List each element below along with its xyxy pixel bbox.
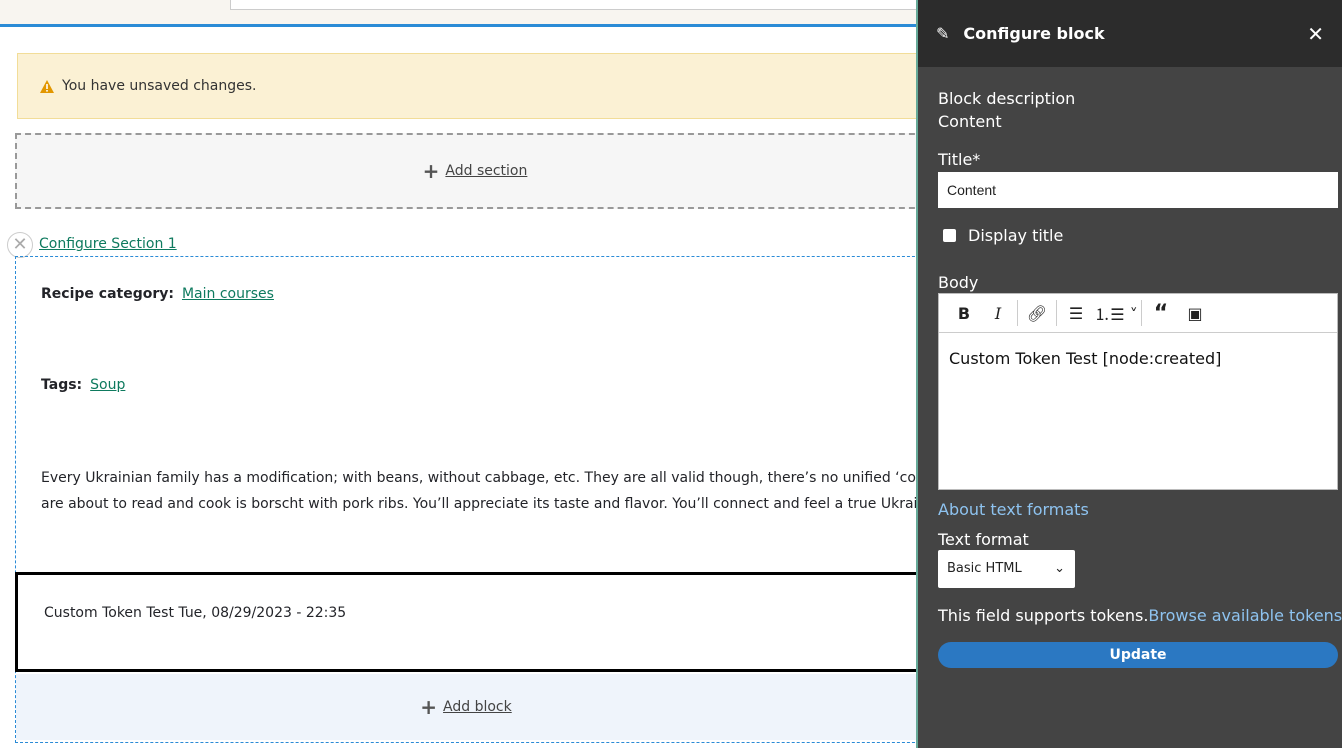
numbered-list-icon[interactable]: ⒈☰ ˅ — [1093, 301, 1139, 325]
block-description-value: Content — [938, 112, 1002, 131]
link-icon[interactable]: 🔗︎ — [1020, 304, 1054, 323]
selected-block[interactable]: Custom Token Test Tue, 08/29/2023 - 22:3… — [15, 572, 920, 672]
top-input-box — [230, 0, 930, 10]
tokens-text: This field supports tokens. — [938, 606, 1149, 625]
block-text: Custom Token Test Tue, 08/29/2023 - 22:3… — [44, 605, 347, 621]
close-icon[interactable]: ✕ — [1307, 22, 1324, 46]
recipe-category-label: Recipe category: — [41, 286, 174, 302]
tags-field: Tags: Soup — [41, 377, 125, 393]
tags-label: Tags: — [41, 377, 83, 393]
plus-icon: + — [420, 695, 438, 719]
panel-header: ✎ Configure block ✕ — [918, 0, 1342, 67]
add-block-area: + Add block — [16, 674, 916, 740]
display-title-label: Display title — [968, 226, 1064, 245]
display-title-row: Display title — [938, 226, 1063, 245]
blockquote-icon[interactable]: “ — [1144, 301, 1178, 326]
bold-icon[interactable]: B — [947, 304, 981, 323]
text-format-label: Text format — [938, 530, 1029, 549]
warning-text: You have unsaved changes. — [62, 78, 257, 94]
body-editor: B I 🔗︎ ☰ ⒈☰ ˅ “ ▣ Custom Token Test [nod… — [938, 293, 1338, 490]
pencil-icon: ✎ — [936, 24, 950, 43]
add-block-link[interactable]: Add block — [443, 699, 512, 715]
body-label: Body — [938, 273, 979, 292]
chevron-down-icon: ⌄ — [1054, 561, 1065, 576]
update-button[interactable]: Update — [938, 642, 1338, 668]
tokens-help: This field supports tokens.Browse availa… — [938, 606, 1342, 625]
display-title-checkbox[interactable] — [943, 229, 956, 242]
top-toolbar — [0, 0, 930, 27]
text-format-select[interactable]: Basic HTML ⌄ — [938, 550, 1075, 588]
title-input[interactable] — [938, 172, 1338, 208]
configure-block-panel: ✎ Configure block ✕ Block description Co… — [916, 0, 1342, 748]
recipe-category-link[interactable]: Main courses — [182, 286, 274, 302]
warning-icon — [40, 79, 54, 93]
panel-title: Configure block — [963, 24, 1105, 43]
browse-tokens-link[interactable]: Browse available tokens. — [1148, 606, 1342, 625]
body-line: are about to read and cook is borscht wi… — [41, 496, 916, 512]
add-section-area: + Add section — [15, 133, 935, 209]
body-text: Every Ukrainian family has a modificatio… — [41, 465, 916, 517]
text-format-value: Basic HTML — [947, 561, 1022, 576]
title-label: Title* — [938, 150, 981, 169]
editor-content[interactable]: Custom Token Test [node:created] — [939, 333, 1337, 384]
tag-link[interactable]: Soup — [90, 377, 125, 393]
media-icon[interactable]: ▣ — [1178, 304, 1212, 323]
plus-icon: + — [422, 159, 440, 183]
editor-toolbar: B I 🔗︎ ☰ ⒈☰ ˅ “ ▣ — [939, 294, 1337, 333]
body-line: Every Ukrainian family has a modificatio… — [41, 470, 916, 486]
bullet-list-icon[interactable]: ☰ — [1059, 304, 1093, 323]
add-section-link[interactable]: Add section — [445, 163, 527, 179]
recipe-category-field: Recipe category: Main courses — [41, 286, 274, 302]
configure-section-link[interactable]: Configure Section 1 — [39, 236, 177, 252]
italic-icon[interactable]: I — [981, 304, 1015, 323]
about-text-formats-link[interactable]: About text formats — [938, 500, 1089, 519]
remove-section-icon[interactable]: ✕ — [7, 232, 33, 258]
block-description-label: Block description — [938, 89, 1076, 108]
warning-message: You have unsaved changes. — [17, 53, 937, 119]
